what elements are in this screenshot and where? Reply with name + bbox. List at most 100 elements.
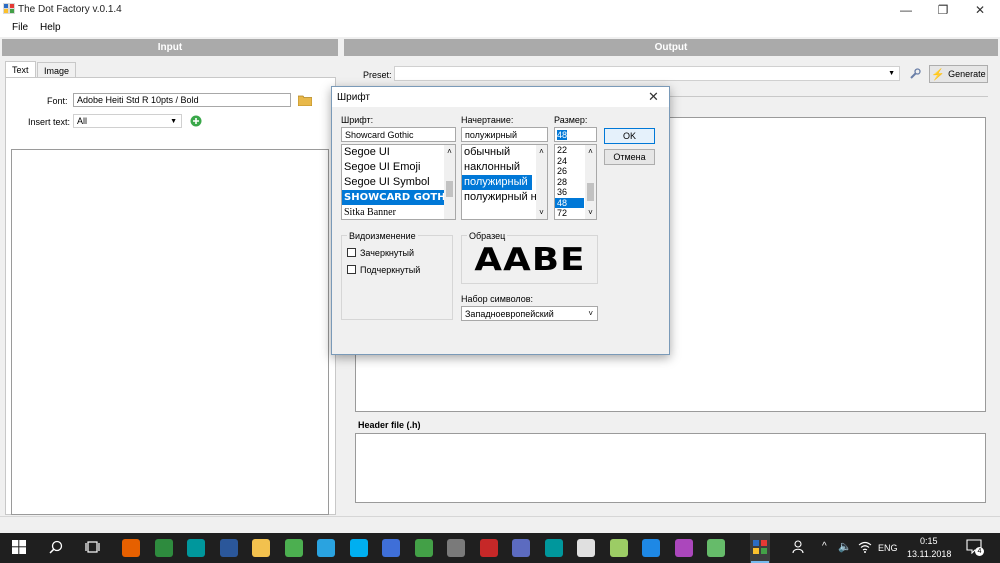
strikeout-label: Зачеркнутый <box>360 248 414 258</box>
insert-text-value: All <box>77 116 88 126</box>
scroll-up-icon[interactable]: ˄ <box>536 147 547 156</box>
taskbar-app-icon[interactable] <box>642 539 660 557</box>
cancel-button[interactable]: Отмена <box>604 149 655 165</box>
taskbar-app-icon[interactable] <box>512 539 530 557</box>
list-item[interactable]: Segoe UI <box>342 145 455 160</box>
effects-label: Видоизменение <box>347 231 418 241</box>
chevron-down-icon: ˅ <box>588 309 593 318</box>
tab-image[interactable]: Image <box>37 62 77 78</box>
scroll-up-icon[interactable]: ˄ <box>585 147 596 156</box>
style-list[interactable]: обычный наклонный полужирный полужирный … <box>461 144 548 220</box>
taskbar-app-icon[interactable] <box>609 539 628 557</box>
minimize-button[interactable]: — <box>888 0 924 19</box>
wrench-icon[interactable] <box>909 68 921 80</box>
font-name-label: Шрифт: <box>341 115 374 125</box>
restore-button[interactable]: ❐ <box>925 0 961 19</box>
list-item[interactable]: полужирный <box>462 175 532 190</box>
generate-button[interactable]: ⚡ Generate <box>929 65 988 83</box>
font-name-list[interactable]: Segoe UI Segoe UI Emoji Segoe UI Symbol … <box>341 144 456 220</box>
clock-date[interactable]: 13.11.2018 <box>907 549 951 559</box>
list-item[interactable]: SHOWCARD GOTH <box>342 190 455 205</box>
scroll-thumb[interactable] <box>587 183 594 201</box>
taskbar-app-icon[interactable] <box>707 539 725 557</box>
ok-button[interactable]: OK <box>604 128 655 144</box>
title-bar <box>0 0 1000 19</box>
taskbar-app-icon[interactable] <box>284 539 303 557</box>
output-panel-header: Output <box>344 39 998 56</box>
style-label: Начертание: <box>461 115 514 125</box>
size-input-value: 48 <box>557 129 568 140</box>
dialog-title-bar <box>332 87 669 107</box>
taskbar-app-icon[interactable] <box>577 539 595 557</box>
taskbar-app-icon[interactable] <box>219 539 238 557</box>
font-list-scrollbar[interactable]: ˄ <box>444 145 455 219</box>
style-list-scrollbar[interactable]: ˄ ˅ <box>536 145 547 219</box>
taskbar-app-icon[interactable] <box>349 539 368 557</box>
menu-file[interactable]: File <box>12 22 28 33</box>
size-list[interactable]: 22 24 26 28 36 48 72 ˄ ˅ <box>554 144 597 220</box>
font-dialog: Шрифт ✕ Шрифт: Showcard Gothic Segoe UI … <box>331 86 670 355</box>
list-item[interactable]: 48 <box>555 197 584 208</box>
add-icon[interactable] <box>190 115 202 127</box>
notification-badge: 4 <box>975 547 984 556</box>
scroll-up-icon[interactable]: ˄ <box>444 147 455 156</box>
list-item[interactable]: Sitka Banner <box>342 205 455 219</box>
size-label: Размер: <box>554 115 588 125</box>
preset-select[interactable]: ▼ <box>394 66 900 81</box>
taskbar-app-icon[interactable] <box>544 539 563 557</box>
insert-text-label: Insert text: <box>28 117 71 127</box>
insert-text-select[interactable]: All ▼ <box>73 114 182 128</box>
taskbar-app-icon[interactable] <box>479 539 498 557</box>
tab-text[interactable]: Text <box>5 61 36 78</box>
language-indicator[interactable]: ENG <box>878 543 898 553</box>
taskbar-app-icon[interactable] <box>122 539 140 557</box>
people-icon[interactable] <box>792 540 808 554</box>
scroll-thumb[interactable] <box>446 181 453 197</box>
generate-label: Generate <box>948 69 986 79</box>
taskbar-app-icon[interactable] <box>154 539 173 557</box>
volume-icon[interactable]: 🔈 <box>838 540 852 553</box>
taskbar-app-icon[interactable] <box>674 539 693 557</box>
input-text-area[interactable] <box>11 149 329 515</box>
folder-icon[interactable] <box>298 95 312 106</box>
list-item[interactable]: полужирный н <box>462 190 547 205</box>
window-title: The Dot Factory v.0.1.4 <box>18 4 122 15</box>
app-icon <box>3 3 15 14</box>
list-item[interactable]: обычный <box>462 145 547 160</box>
list-item[interactable]: наклонный <box>462 160 547 175</box>
menu-help[interactable]: Help <box>40 22 61 33</box>
scroll-down-icon[interactable]: ˅ <box>585 208 596 217</box>
scroll-down-icon[interactable]: ˅ <box>536 208 547 217</box>
header-output-area[interactable] <box>355 433 986 503</box>
underline-label: Подчеркнутый <box>360 265 421 275</box>
size-list-scrollbar[interactable]: ˄ ˅ <box>585 145 596 219</box>
close-button[interactable]: ✕ <box>962 0 998 19</box>
font-name-input[interactable]: Showcard Gothic <box>341 127 456 142</box>
taskbar-app-icon[interactable] <box>414 539 433 557</box>
tray-chevron-up-icon[interactable]: ^ <box>822 541 827 552</box>
preset-label: Preset: <box>363 70 392 80</box>
dialog-close-icon[interactable]: ✕ <box>648 89 659 105</box>
charset-label: Набор символов: <box>461 294 534 304</box>
size-input[interactable]: 48 <box>554 127 597 142</box>
charset-value: Западноевропейский <box>465 308 554 319</box>
list-item[interactable]: Segoe UI Symbol <box>342 175 455 190</box>
task-view-icon[interactable] <box>85 540 100 554</box>
font-field[interactable]: Adobe Heiti Std R 10pts / Bold <box>73 93 291 107</box>
strikeout-checkbox[interactable] <box>347 248 356 257</box>
charset-select[interactable]: Западноевропейский ˅ <box>461 306 598 321</box>
wifi-icon[interactable] <box>858 541 872 553</box>
search-icon[interactable] <box>49 540 63 554</box>
dot-factory-taskbar-icon[interactable] <box>752 539 768 555</box>
taskbar-app-icon[interactable] <box>317 539 335 557</box>
style-input[interactable]: полужирный <box>461 127 548 142</box>
list-item[interactable]: Segoe UI Emoji <box>342 160 455 175</box>
clock-time[interactable]: 0:15 <box>920 536 938 546</box>
font-label: Font: <box>47 96 68 106</box>
taskbar-app-icon[interactable] <box>447 539 465 557</box>
taskbar-app-icon[interactable] <box>252 539 270 557</box>
taskbar-app-icon[interactable] <box>382 539 400 557</box>
taskbar-app-icon[interactable] <box>187 539 205 557</box>
windows-start-icon[interactable] <box>12 540 26 554</box>
underline-checkbox[interactable] <box>347 265 356 274</box>
